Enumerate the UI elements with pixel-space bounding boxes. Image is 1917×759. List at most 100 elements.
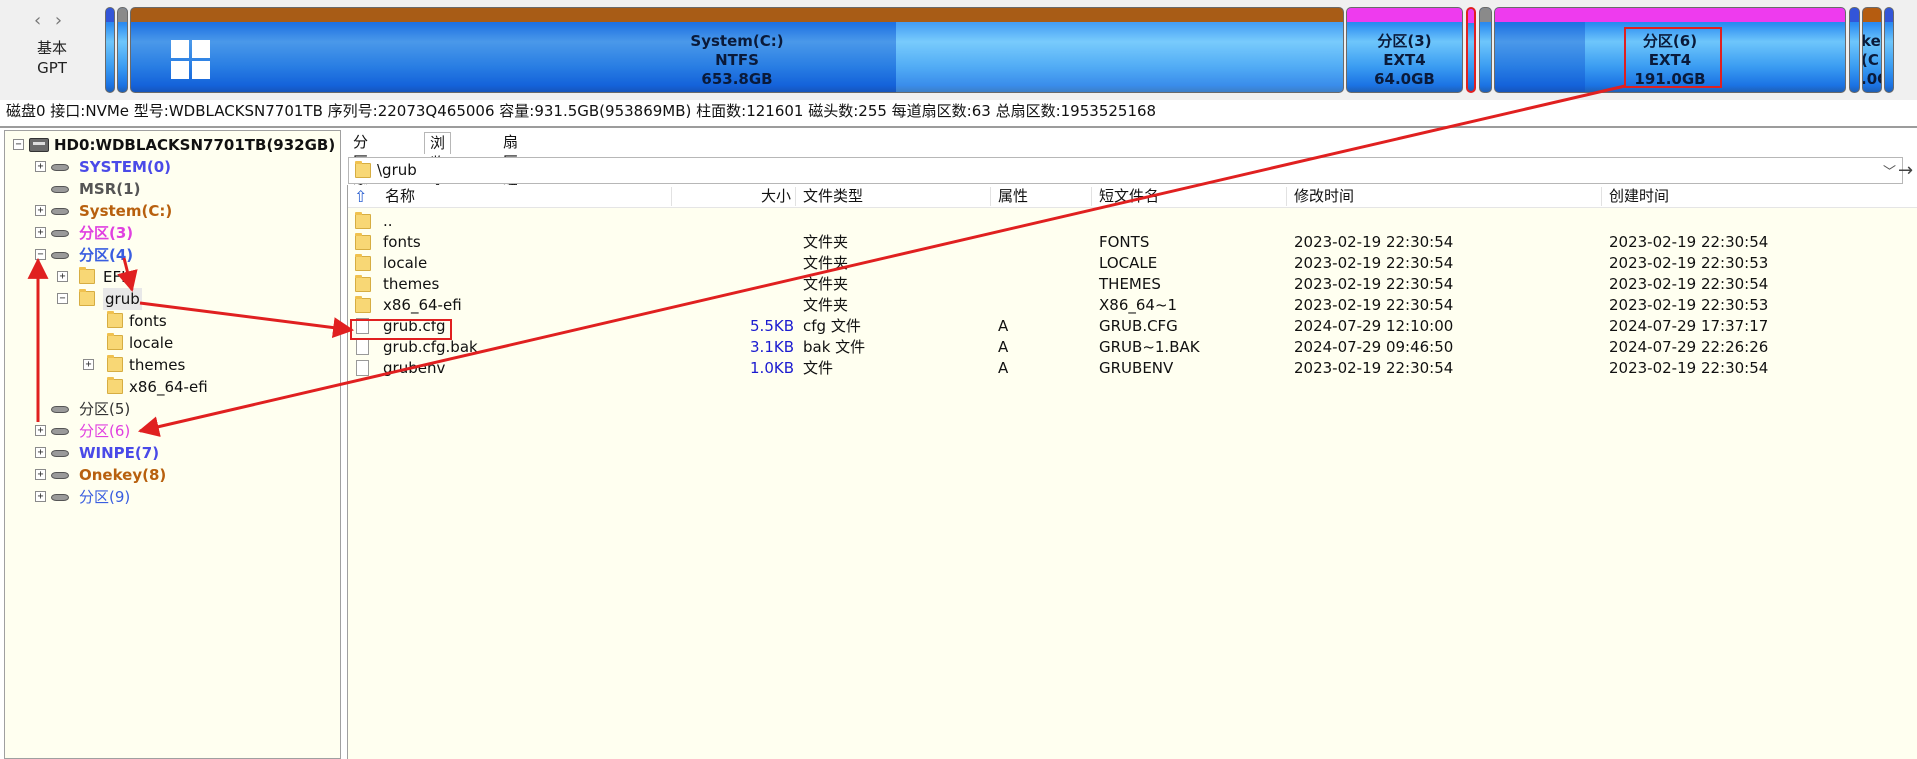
partition-block-onekey[interactable]: ke (C .0C <box>1862 7 1882 93</box>
col-header-attr[interactable]: 属性 <box>998 185 1028 208</box>
tree-item-x86-64-efi[interactable]: x86_64-efi <box>83 376 303 398</box>
table-row[interactable]: .. <box>348 211 1917 232</box>
tree-item-part3[interactable]: + 分区(3) <box>35 222 295 244</box>
chevron-down-icon[interactable]: ﹀ <box>1883 161 1896 180</box>
expand-icon[interactable]: + <box>35 161 46 172</box>
cell-size: 3.1KB <box>750 338 794 356</box>
tab-partition-params[interactable]: 分区参数 <box>348 132 373 211</box>
partition-icon <box>49 183 71 195</box>
partition-icon <box>49 425 71 437</box>
tree-item-label: 分区(4) <box>79 246 134 264</box>
table-row[interactable]: x86_64-efi 文件夹 X86_64~1 2023-02-19 22:30:54… <box>348 295 1917 316</box>
col-header-modified[interactable]: 修改时间 <box>1294 185 1354 208</box>
folder-icon <box>107 311 123 328</box>
partition-block-part9[interactable] <box>1884 7 1894 93</box>
cell-name: fonts <box>383 233 421 251</box>
tree-item-msr[interactable]: MSR(1) <box>35 178 295 200</box>
folder-icon <box>355 233 371 250</box>
partition-block-winpe[interactable] <box>1849 7 1860 93</box>
up-folder-icon[interactable]: ⇧ <box>354 185 367 208</box>
tree-item-onekey[interactable]: + Onekey(8) <box>35 464 295 486</box>
partition-block-part3[interactable]: 分区(3) EXT4 64.0GB <box>1346 7 1463 93</box>
col-header-name[interactable]: 名称 <box>385 185 415 208</box>
file-list[interactable]: ⇧ 名称 大小 文件类型 属性 短文件名 修改时间 创建时间 .. fonts 文件… <box>347 185 1917 759</box>
col-header-type[interactable]: 文件类型 <box>803 185 863 208</box>
table-row[interactable]: grub.cfg 5.5KB cfg 文件 A GRUB.CFG 2024-07-29 1… <box>348 316 1917 337</box>
partition-block-system0[interactable] <box>105 7 115 93</box>
annotation-frame-part6 <box>1624 27 1722 88</box>
table-row[interactable]: locale 文件夹 LOCALE 2023-02-19 22:30:54 2023-0… <box>348 253 1917 274</box>
cell-type: bak 文件 <box>803 338 866 356</box>
cell-name: .. <box>383 212 393 230</box>
path-bar[interactable]: \grub ﹀ <box>348 157 1903 184</box>
table-row[interactable]: fonts 文件夹 FONTS 2023-02-19 22:30:54 2023-02-… <box>348 232 1917 253</box>
expand-icon[interactable]: + <box>83 359 94 370</box>
partition-block-part4[interactable] <box>1466 7 1476 93</box>
collapse-icon[interactable]: − <box>13 139 24 150</box>
expand-icon[interactable]: + <box>57 271 68 282</box>
tree-root[interactable]: − HD0:WDBLACKSN7701TB(932GB) <box>13 134 335 156</box>
cell-created: 2024-07-29 17:37:17 <box>1609 317 1769 335</box>
tree-item-part6[interactable]: + 分区(6) <box>35 420 295 442</box>
expand-icon[interactable]: + <box>35 205 46 216</box>
cell-modified: 2024-07-29 09:46:50 <box>1294 338 1454 356</box>
tree-item-part9[interactable]: + 分区(9) <box>35 486 295 508</box>
tab-browse-files[interactable]: 浏览文件 <box>424 132 452 212</box>
partition-block-system-c[interactable]: System(C:) NTFS 653.8GB <box>130 7 1344 93</box>
table-row[interactable]: themes 文件夹 THEMES 2023-02-19 22:30:54 2023-0… <box>348 274 1917 295</box>
file-icon <box>356 339 369 355</box>
folder-icon <box>355 212 371 229</box>
tree-item-themes[interactable]: + themes <box>83 354 303 376</box>
tree-item-efi[interactable]: + EFI <box>57 266 297 288</box>
tree-item-fonts[interactable]: fonts <box>83 310 303 332</box>
tree-item-label: WINPE(7) <box>79 444 160 462</box>
disk-type-label: 基本 GPT <box>20 38 84 78</box>
disk-nav-arrows[interactable]: ‹ › <box>34 10 66 31</box>
tab-sector-edit[interactable]: 扇区编辑 <box>498 132 523 211</box>
tree-item-part4[interactable]: − 分区(4) <box>35 244 295 266</box>
col-header-size[interactable]: 大小 <box>761 185 791 208</box>
cell-name: grub.cfg.bak <box>383 338 478 356</box>
file-icon <box>356 360 369 376</box>
cell-type: 文件夹 <box>803 254 849 272</box>
cell-attr: A <box>998 338 1009 356</box>
table-row[interactable]: grub.cfg.bak 3.1KB bak 文件 A GRUB~1.BAK 2024-0… <box>348 337 1917 358</box>
tree-item-winpe[interactable]: + WINPE(7) <box>35 442 295 464</box>
path-text[interactable]: \grub <box>377 161 417 179</box>
col-header-short-name[interactable]: 短文件名 <box>1099 185 1159 208</box>
tree-item-locale[interactable]: locale <box>83 332 303 354</box>
expand-icon[interactable]: + <box>35 491 46 502</box>
collapse-icon[interactable]: − <box>35 249 46 260</box>
col-header-created[interactable]: 创建时间 <box>1609 185 1669 208</box>
tree-item-system0[interactable]: + SYSTEM(0) <box>35 156 295 178</box>
cell-name: x86_64-efi <box>383 296 462 314</box>
cell-modified: 2024-07-29 12:10:00 <box>1294 317 1454 335</box>
folder-icon <box>355 161 371 178</box>
cell-short: GRUB.CFG <box>1099 317 1178 335</box>
expand-icon[interactable]: + <box>35 227 46 238</box>
collapse-icon[interactable]: − <box>57 293 68 304</box>
expand-icon[interactable]: + <box>35 469 46 480</box>
divider <box>0 126 1917 128</box>
cell-created: 2023-02-19 22:30:54 <box>1609 233 1769 251</box>
cell-short: X86_64~1 <box>1099 296 1178 314</box>
tree-item-label: 分区(6) <box>79 422 131 440</box>
cell-attr: A <box>998 359 1009 377</box>
table-row[interactable]: grubenv 1.0KB 文件 A GRUBENV 2023-02-19 22:30:5… <box>348 358 1917 379</box>
partition-tree[interactable]: − HD0:WDBLACKSN7701TB(932GB) + SYSTEM(0)… <box>4 130 341 759</box>
tree-item-label: grub <box>103 288 142 310</box>
tree-item-part5[interactable]: 分区(5) <box>35 398 295 420</box>
tree-item-system-c[interactable]: + System(C:) <box>35 200 295 222</box>
cell-created: 2023-02-19 22:30:53 <box>1609 296 1769 314</box>
folder-icon <box>355 275 371 292</box>
partition-block-part5[interactable] <box>1479 7 1492 93</box>
tree-item-label: fonts <box>129 312 167 330</box>
expand-icon[interactable]: + <box>35 447 46 458</box>
cell-type: cfg 文件 <box>803 317 861 335</box>
expand-icon[interactable]: + <box>35 425 46 436</box>
tree-item-grub[interactable]: − grub <box>57 288 297 310</box>
go-arrow-icon[interactable]: → <box>1898 160 1913 181</box>
folder-icon <box>107 333 123 350</box>
tree-item-label: x86_64-efi <box>129 378 208 396</box>
partition-block-msr[interactable] <box>117 7 128 93</box>
